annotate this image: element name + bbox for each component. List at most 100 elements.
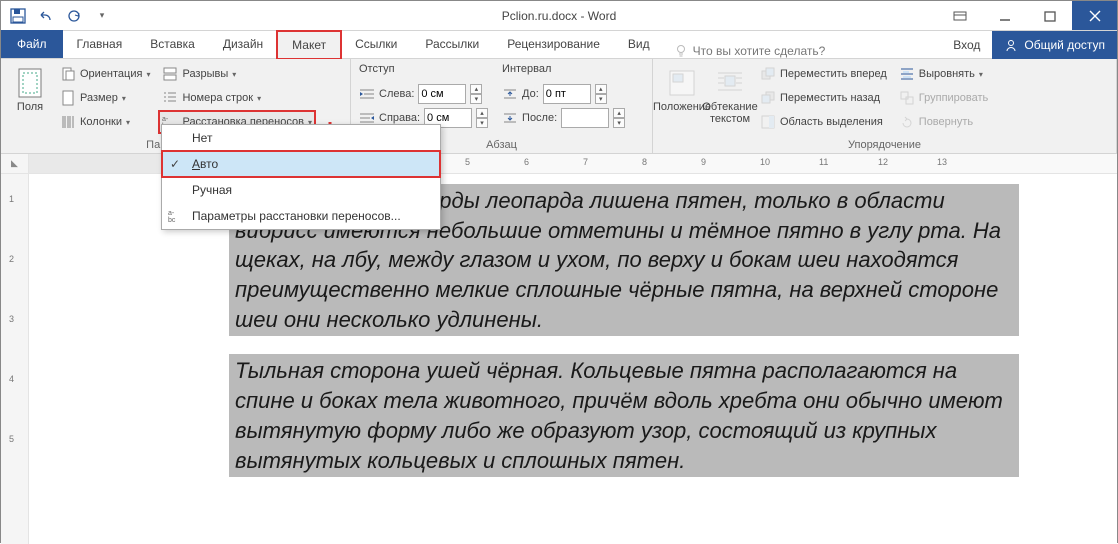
hyphen-manual[interactable]: Ручная — [162, 177, 440, 203]
vruler-tick: 4 — [9, 374, 14, 384]
window-title: Pclion.ru.docx - Word — [502, 9, 617, 23]
ruler-tick: 10 — [760, 157, 770, 167]
indent-left-row: Слева: ▴▾ — [359, 83, 488, 105]
tab-design[interactable]: Дизайн — [209, 30, 277, 58]
rotate-button: Повернуть — [896, 111, 992, 133]
check-icon: ✓ — [170, 157, 180, 171]
columns-button[interactable]: Колонки ▾ — [57, 111, 153, 133]
indent-right-spinner[interactable]: ▴▾ — [476, 108, 488, 128]
ribbon-layout: Поля Ориентация ▾ Размер ▾ Колонки ▾ — [1, 59, 1117, 154]
hyphen-options[interactable]: a-bc Параметры расстановки переносов... — [162, 203, 440, 229]
rotate-icon — [899, 114, 915, 130]
vruler-tick: 1 — [9, 194, 14, 204]
page: Передняя часть морды леопарда лишена пят… — [229, 184, 1019, 495]
group-icon — [899, 90, 915, 106]
ruler-tick: 12 — [878, 157, 888, 167]
send-backward-icon — [760, 90, 776, 106]
ruler-tick: 6 — [524, 157, 529, 167]
hyphen-none[interactable]: Нет — [162, 125, 440, 151]
spacing-after-input[interactable] — [561, 108, 609, 128]
tab-insert[interactable]: Вставка — [136, 30, 209, 58]
tab-references[interactable]: Ссылки — [341, 30, 411, 58]
selection-pane-icon — [760, 114, 776, 130]
tell-me-placeholder: Что вы хотите сделать? — [693, 44, 826, 58]
send-backward-button: Переместить назад — [757, 87, 890, 109]
ruler-tick: 13 — [937, 157, 947, 167]
breaks-icon — [162, 66, 178, 82]
ruler-tick: 11 — [819, 157, 828, 167]
share-icon — [1004, 38, 1018, 52]
tab-mailings[interactable]: Рассылки — [411, 30, 493, 58]
bring-forward-icon — [760, 66, 776, 82]
qat-dropdown-icon[interactable]: ▾ — [93, 7, 111, 25]
tab-review[interactable]: Рецензирование — [493, 30, 614, 58]
spacing-before-spinner[interactable]: ▴▾ — [595, 84, 607, 104]
indent-right-icon — [359, 111, 375, 125]
align-button[interactable]: Выровнять ▾ — [896, 63, 992, 85]
spacing-heading: Интервал — [502, 63, 625, 81]
tab-view[interactable]: Вид — [614, 30, 664, 58]
line-numbers-button[interactable]: Номера строк ▾ — [159, 87, 315, 109]
group-label-arrange: Упорядочение — [653, 139, 1116, 151]
save-icon[interactable] — [9, 7, 27, 25]
ruler-vertical[interactable]: 1 2 3 4 5 — [1, 174, 29, 544]
size-icon — [60, 90, 76, 106]
ribbon-display-icon[interactable] — [937, 1, 982, 30]
signin-link[interactable]: Вход — [941, 38, 992, 52]
vruler-tick: 5 — [9, 434, 14, 444]
hyphenation-options-icon: a-bc — [168, 208, 184, 224]
vruler-tick: 3 — [9, 314, 14, 324]
hyphenation-menu: Нет ✓ Авто Ручная a-bc Параметры расстан… — [161, 124, 441, 230]
vruler-tick: 2 — [9, 254, 14, 264]
spacing-before-icon — [502, 87, 518, 101]
orientation-icon — [60, 66, 76, 82]
title-bar: ▾ Pclion.ru.docx - Word — [1, 1, 1117, 31]
tab-file[interactable]: Файл — [1, 30, 63, 58]
lightbulb-icon — [674, 44, 688, 58]
paragraph-2[interactable]: Тыльная сторона ушей чёрная. Кольцевые п… — [229, 354, 1019, 477]
svg-text:a-: a- — [168, 210, 175, 217]
columns-icon — [60, 114, 76, 130]
line-numbers-icon — [162, 90, 178, 106]
close-icon[interactable] — [1072, 1, 1117, 30]
svg-text:a-: a- — [162, 116, 169, 123]
group-arrange: Положение Обтекание текстом Переместить … — [653, 59, 1117, 153]
bring-forward-button: Переместить вперед — [757, 63, 890, 85]
tell-me-search[interactable]: Что вы хотите сделать? — [674, 44, 826, 58]
maximize-icon[interactable] — [1027, 1, 1072, 30]
hyphen-auto[interactable]: ✓ Авто — [162, 151, 440, 177]
ruler-tick: 5 — [465, 157, 470, 167]
breaks-button[interactable]: Разрывы ▾ — [159, 63, 315, 85]
position-icon — [666, 67, 698, 99]
spacing-before-input[interactable] — [543, 84, 591, 104]
window-controls — [937, 1, 1117, 30]
indent-left-spinner[interactable]: ▴▾ — [470, 84, 482, 104]
spacing-after-icon — [502, 111, 518, 125]
ribbon-tabs: Файл Главная Вставка Дизайн Макет Ссылки… — [1, 31, 1117, 59]
position-button: Положение — [661, 63, 703, 151]
size-button[interactable]: Размер ▾ — [57, 87, 153, 109]
margins-icon — [14, 67, 46, 99]
indent-left-icon — [359, 87, 375, 101]
tab-layout[interactable]: Макет — [277, 31, 341, 59]
margins-button[interactable]: Поля — [9, 63, 51, 151]
undo-icon[interactable] — [37, 7, 55, 25]
align-icon — [899, 66, 915, 82]
tab-home[interactable]: Главная — [63, 30, 137, 58]
ruler-tick: 7 — [583, 157, 588, 167]
ruler-corner[interactable]: ◣ — [1, 154, 29, 173]
quick-access-toolbar: ▾ — [1, 7, 111, 25]
spacing-after-spinner[interactable]: ▴▾ — [613, 108, 625, 128]
selection-pane-button: Область выделения — [757, 111, 890, 133]
wrap-text-button: Обтекание текстом — [709, 63, 751, 151]
svg-text:bc: bc — [168, 217, 176, 224]
minimize-icon[interactable] — [982, 1, 1027, 30]
indent-heading: Отступ — [359, 63, 488, 81]
wrap-text-icon — [714, 67, 746, 99]
indent-left-input[interactable] — [418, 84, 466, 104]
spacing-before-row: До: ▴▾ — [502, 83, 625, 105]
redo-icon[interactable] — [65, 7, 83, 25]
group-button: Группировать — [896, 87, 992, 109]
share-button[interactable]: Общий доступ — [992, 31, 1117, 59]
orientation-button[interactable]: Ориентация ▾ — [57, 63, 153, 85]
